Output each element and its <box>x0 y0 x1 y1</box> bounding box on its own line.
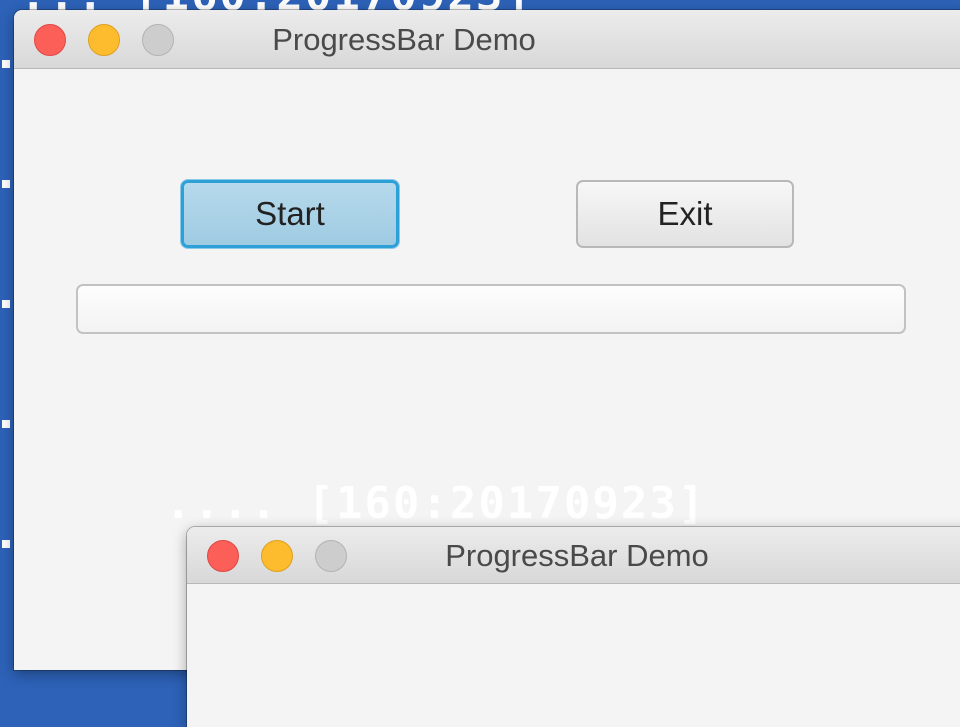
desktop-terminal-text-mid: .... [160:20170923] <box>165 478 707 529</box>
desktop-dot <box>2 540 10 548</box>
window-title: ProgressBar Demo <box>272 22 536 57</box>
desktop-dot <box>2 180 10 188</box>
start-button[interactable]: Start <box>181 180 399 248</box>
window-title: ProgressBar Demo <box>445 538 709 573</box>
progress-bar <box>76 284 906 334</box>
desktop-dot <box>2 60 10 68</box>
exit-button[interactable]: Exit <box>576 180 794 248</box>
main-window-titlebar[interactable]: ProgressBar Demo <box>14 10 960 69</box>
desktop-dot <box>2 300 10 308</box>
second-window: ProgressBar Demo <box>187 527 960 727</box>
desktop-dot <box>2 420 10 428</box>
second-window-titlebar[interactable]: ProgressBar Demo <box>187 527 960 584</box>
